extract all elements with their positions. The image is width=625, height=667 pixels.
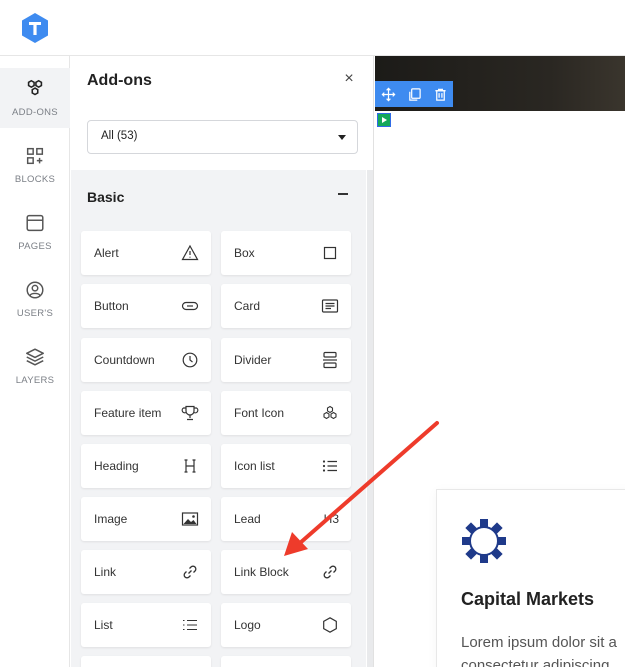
app-logo-icon[interactable] <box>20 12 50 44</box>
hexagon-icon <box>321 616 339 634</box>
pages-icon <box>26 214 44 232</box>
addon-tile-label: Countdown <box>94 353 155 367</box>
addon-tile-countdown[interactable]: Countdown <box>81 338 211 382</box>
addon-tile-image[interactable]: Image <box>81 497 211 541</box>
blocks-icon <box>26 147 44 165</box>
addons-panel: Add-ons × All (53) Basic Alert Box Butto… <box>71 56 374 667</box>
addon-tile-label: Image <box>94 512 128 526</box>
left-rail: ADD-ONS BLOCKS PAGES USER'S LAYERS <box>0 56 70 667</box>
card-icon <box>321 297 339 315</box>
rail-label-users: USER'S <box>16 308 54 319</box>
rail-label-blocks: BLOCKS <box>14 174 56 185</box>
rail-item-pages[interactable]: PAGES <box>0 202 70 262</box>
lead-icon: H3 <box>323 512 339 526</box>
user-icon <box>26 281 44 299</box>
addon-tile-heading[interactable]: Heading <box>81 444 211 488</box>
group-basic: Basic Alert Box Button Card Countdown Di… <box>71 170 366 667</box>
group-title: Basic <box>87 189 125 205</box>
addon-tile-label: Lead <box>234 512 261 526</box>
addons-icon <box>27 79 43 96</box>
top-bar <box>0 0 625 56</box>
addon-tile-feature-item[interactable]: Feature item <box>81 391 211 435</box>
font-icon-icon <box>321 404 339 422</box>
card-title: Capital Markets <box>461 589 595 609</box>
addon-tile-link-block[interactable]: Link Block <box>221 550 351 594</box>
addon-tile-lead[interactable]: Lead H3 <box>221 497 351 541</box>
page-canvas[interactable]: Capital Markets Lorem ipsum dolor sit a … <box>375 56 625 667</box>
rail-label-pages: PAGES <box>18 241 52 252</box>
card-body: Lorem ipsum dolor sit a consectetur adip… <box>461 631 625 667</box>
addon-tile-label: Card <box>234 299 261 313</box>
addon-tile-label: Heading <box>94 459 139 473</box>
divider-icon <box>321 351 339 369</box>
rail-item-blocks[interactable]: BLOCKS <box>0 135 70 195</box>
warning-icon <box>181 244 199 262</box>
addon-tile-label: Feature item <box>94 406 162 420</box>
panel-scrollbar[interactable] <box>367 170 373 667</box>
addon-tile-label: Alert <box>94 246 119 260</box>
addon-tile-label: Logo <box>234 618 261 632</box>
square-icon <box>321 244 339 262</box>
rail-item-layers[interactable]: LAYERS <box>0 336 70 396</box>
rail-label-layers: LAYERS <box>15 375 55 386</box>
card-body-line: Lorem ipsum dolor sit a <box>461 634 617 651</box>
collapse-minus-icon[interactable] <box>338 193 348 195</box>
addon-tile-link[interactable]: Link <box>81 550 211 594</box>
category-select[interactable]: All (53) <box>87 120 358 154</box>
move-icon[interactable] <box>375 81 401 107</box>
addon-tile-label: Font Icon <box>234 406 285 420</box>
addon-tile-button[interactable]: Button <box>81 284 211 328</box>
addon-tile-label: Link <box>94 565 117 579</box>
category-select-value: All (53) <box>101 130 138 142</box>
rail-label-addons: ADD-ONS <box>12 107 58 118</box>
addon-tile-partial[interactable] <box>81 656 211 667</box>
addon-tile-list[interactable]: List <box>81 603 211 647</box>
addon-tile-font-icon[interactable]: Font Icon <box>221 391 351 435</box>
layers-icon <box>26 348 44 366</box>
addon-tile-label: Icon list <box>234 459 275 473</box>
image-icon <box>181 510 199 528</box>
trophy-icon <box>181 404 199 422</box>
element-toolbar <box>375 81 453 107</box>
play-icon[interactable] <box>377 113 391 127</box>
addon-tile-label: Button <box>94 299 129 313</box>
panel-title: Add-ons <box>87 72 152 89</box>
card-body-line: consectetur adipiscing <box>461 657 610 667</box>
addon-tile-icon-list[interactable]: Icon list <box>221 444 351 488</box>
addon-tile-label: Divider <box>234 353 272 367</box>
addon-tile-label: Link Block <box>234 565 289 579</box>
clock-icon <box>181 351 199 369</box>
panel-header: Add-ons × <box>71 56 373 108</box>
rail-item-users[interactable]: USER'S <box>0 269 70 329</box>
addon-tile-label: List <box>94 618 113 632</box>
close-icon[interactable]: × <box>339 69 359 89</box>
button-icon <box>181 297 199 315</box>
addon-tile-box[interactable]: Box <box>221 231 351 275</box>
duplicate-icon[interactable] <box>401 81 427 107</box>
addon-tile-logo[interactable]: Logo <box>221 603 351 647</box>
rail-item-addons[interactable]: ADD-ONS <box>0 68 70 128</box>
link-icon <box>321 563 339 581</box>
gear-icon <box>462 519 506 563</box>
icon-list-icon <box>321 457 339 475</box>
link-icon <box>181 563 199 581</box>
addon-tile-label: Box <box>234 246 255 260</box>
service-card[interactable]: Capital Markets Lorem ipsum dolor sit a … <box>436 489 625 667</box>
caret-down-icon <box>338 135 346 140</box>
list-icon <box>181 616 199 634</box>
addon-tile-partial[interactable] <box>221 656 351 667</box>
addon-tile-alert[interactable]: Alert <box>81 231 211 275</box>
heading-icon <box>181 457 199 475</box>
trash-icon[interactable] <box>427 81 453 107</box>
addon-tile-card[interactable]: Card <box>221 284 351 328</box>
addon-tile-divider[interactable]: Divider <box>221 338 351 382</box>
